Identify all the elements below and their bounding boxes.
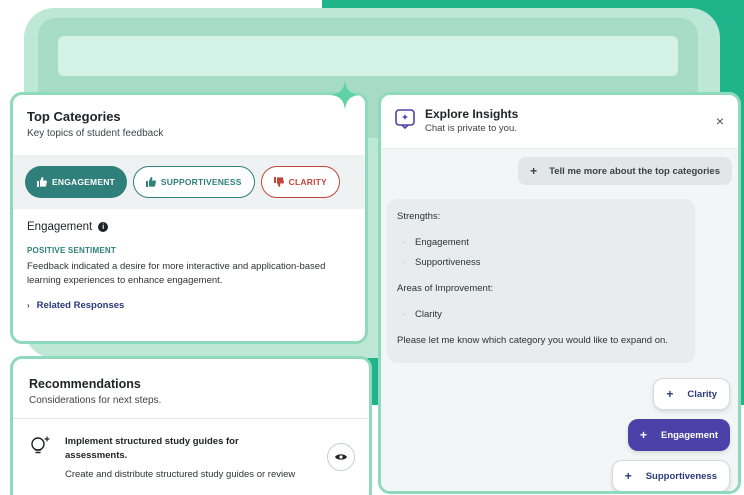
assistant-closing: Please let me know which category you wo… — [397, 335, 668, 346]
related-responses-label: Related Responses — [36, 300, 125, 311]
suggestion-engagement[interactable]: + Engagement — [627, 419, 730, 451]
recommendations-title: Recommendations — [29, 377, 141, 391]
thumbs-down-icon — [273, 177, 284, 187]
chevron-right-icon: › — [27, 301, 30, 310]
improvement-item: Clarity — [397, 309, 685, 323]
suggestion-clarity[interactable]: + Clarity — [653, 378, 730, 410]
feedback-summary: Feedback indicated a desire for more int… — [27, 261, 326, 286]
explore-insights-panel: Explore Insights Chat is private to you.… — [378, 92, 741, 494]
category-chip-row: ENGAGEMENT SUPPORTIVENESS CLARITY — [13, 155, 365, 209]
insights-heading: Explore Insights Chat is private to you. — [425, 107, 518, 134]
insights-title: Explore Insights — [425, 107, 519, 121]
chip-clarity[interactable]: CLARITY — [260, 166, 340, 198]
assistant-message: Strengths: Engagement Supportiveness Are… — [387, 199, 695, 363]
top-categories-title: Top Categories — [27, 109, 121, 124]
view-recommendation-button[interactable] — [327, 443, 355, 471]
recommendation-description: Create and distribute structured study g… — [65, 469, 296, 480]
suggestion-label: Engagement — [660, 429, 718, 441]
plus-icon: + — [639, 428, 647, 442]
chip-supportiveness[interactable]: SUPPORTIVENESS — [132, 166, 255, 198]
plus-icon: + — [666, 387, 674, 401]
info-icon[interactable]: i — [98, 222, 109, 232]
recommendations-panel: Recommendations Considerations for next … — [10, 356, 372, 495]
close-icon[interactable]: × — [716, 113, 724, 129]
sparkle-icon — [330, 80, 360, 110]
chip-supportiveness-label: SUPPORTIVENESS — [160, 177, 242, 187]
eye-icon — [335, 454, 347, 460]
improvement-label: Areas of Improvement: — [397, 283, 494, 294]
chip-clarity-label: CLARITY — [288, 177, 327, 187]
user-message: + Tell me more about the top categories — [518, 157, 732, 185]
recommendation-item: Implement structured study guides for as… — [13, 419, 369, 480]
thumbs-up-icon — [37, 177, 47, 187]
related-responses-toggle[interactable]: › Related Responses — [27, 300, 351, 311]
strength-item: Engagement — [397, 237, 685, 251]
recommendation-title: Implement structured study guides for as… — [65, 436, 239, 461]
recommendation-text: Implement structured study guides for as… — [65, 435, 295, 480]
plus-icon: + — [624, 469, 632, 483]
sentiment-label: POSITIVE SENTIMENT — [27, 246, 116, 255]
suggestion-label: Clarity — [687, 388, 717, 400]
selected-category: Engagement i — [27, 221, 351, 233]
chip-engagement-label: ENGAGEMENT — [52, 177, 115, 187]
category-detail: Engagement i POSITIVE SENTIMENT Feedback… — [13, 209, 365, 323]
insights-sparkle-icon — [395, 109, 415, 129]
top-categories-subtitle: Key topics of student feedback — [27, 128, 164, 139]
thumbs-up-icon — [145, 177, 156, 187]
chat-area: + Tell me more about the top categories … — [381, 149, 738, 491]
insights-subtitle: Chat is private to you. — [425, 123, 517, 134]
top-categories-header: Top Categories Key topics of student fee… — [13, 95, 365, 149]
plus-icon: + — [530, 164, 538, 178]
user-message-text: Tell me more about the top categories — [549, 165, 720, 177]
strength-item: Supportiveness — [397, 257, 685, 271]
lightbulb-icon — [31, 436, 50, 454]
suggestion-supportiveness[interactable]: + Supportiveness — [611, 460, 730, 491]
insights-header: Explore Insights Chat is private to you.… — [381, 95, 738, 149]
top-categories-panel: Top Categories Key topics of student fee… — [10, 92, 368, 344]
strengths-label: Strengths: — [397, 211, 441, 222]
suggestion-label: Supportiveness — [645, 470, 717, 482]
background-placeholder-bar — [58, 36, 678, 76]
recommendations-subtitle: Considerations for next steps. — [29, 395, 162, 406]
chip-engagement[interactable]: ENGAGEMENT — [25, 166, 127, 198]
selected-category-name: Engagement — [27, 221, 93, 233]
recommendations-header: Recommendations Considerations for next … — [13, 359, 369, 419]
